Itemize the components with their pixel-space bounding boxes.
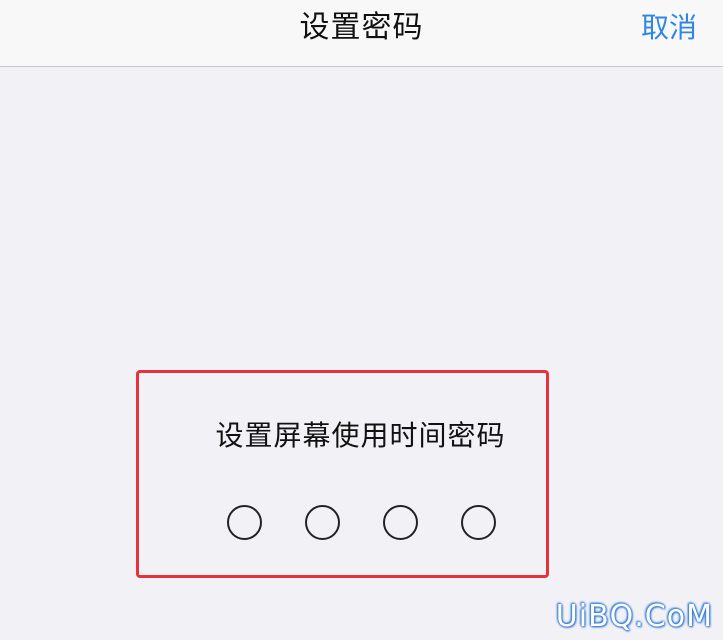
passcode-prompt: 设置屏幕使用时间密码 (0, 414, 723, 454)
passcode-dot-4 (461, 505, 496, 540)
watermark-text: UiBQ.CoM (555, 599, 713, 634)
navigation-bar: 设置密码 取消 (0, 0, 723, 67)
passcode-dot-2 (305, 505, 340, 540)
annotation-highlight-box (136, 370, 549, 578)
cancel-button[interactable]: 取消 (641, 0, 697, 56)
passcode-prompt-label: 设置屏幕使用时间密码 (215, 419, 506, 452)
passcode-dot-1 (227, 505, 262, 540)
screen: 设置密码 取消 设置屏幕使用时间密码 UiBQ.CoM (0, 0, 723, 640)
page-title: 设置密码 (299, 10, 424, 45)
passcode-dot-3 (383, 505, 418, 540)
passcode-dots[interactable] (227, 505, 497, 541)
